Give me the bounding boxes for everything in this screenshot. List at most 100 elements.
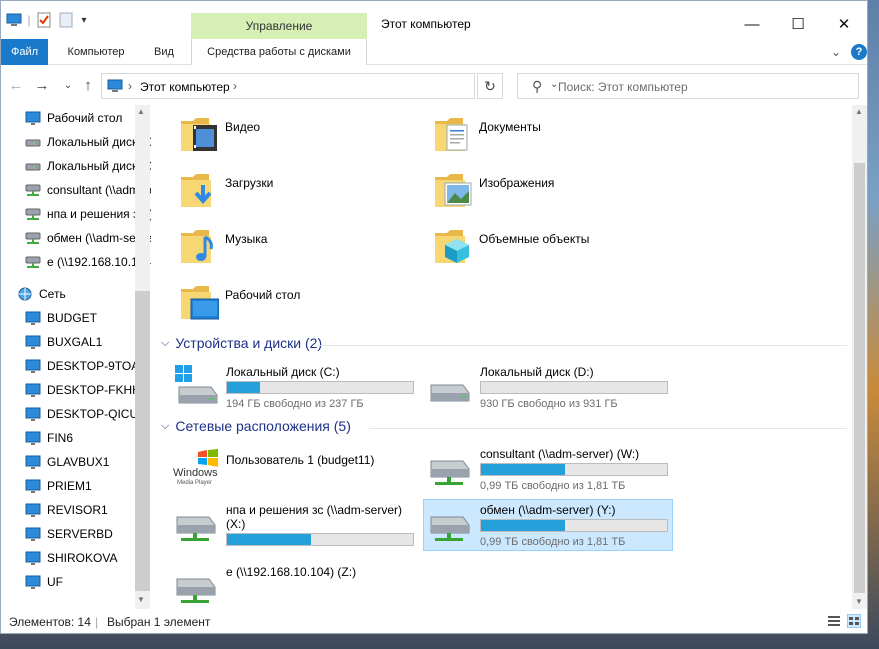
collapse-chevron-icon[interactable]: ⌵ xyxy=(161,420,169,433)
sidebar-item-computer[interactable]: FIN6 xyxy=(25,427,151,449)
drive-free-space: 0,99 ТБ свободно из 1,81 ТБ xyxy=(480,480,626,492)
minimize-button[interactable]: — xyxy=(729,9,775,39)
recent-locations-button[interactable]: ⌄ xyxy=(59,75,77,95)
computer-icon xyxy=(25,431,41,445)
sidebar-item-computer[interactable]: DESKTOP-FKHHI xyxy=(25,379,151,401)
folder-documents[interactable]: Документы xyxy=(433,111,673,161)
folder-desktop[interactable]: Рабочий стол xyxy=(179,279,419,329)
tiles-view-icon[interactable] xyxy=(847,614,861,628)
close-button[interactable]: ✕ xyxy=(821,9,867,39)
address-bar[interactable]: › Этот компьютер › ⌄ xyxy=(101,73,558,99)
network-drive-icon xyxy=(25,256,41,268)
section-title: Устройства и диски (2) xyxy=(175,335,323,351)
scroll-up-icon[interactable]: ▲ xyxy=(137,107,145,116)
sidebar-item-computer[interactable]: GLAVBUX1 xyxy=(25,451,151,473)
address-chevron-icon[interactable]: › xyxy=(128,79,132,93)
drive-c[interactable]: Локальный диск (C:) 194 ГБ свободно из 2… xyxy=(171,365,421,415)
sidebar-item-npa[interactable]: нпа и решения зс (\\adm-server) (X:) xyxy=(25,203,151,225)
sidebar-item-drive-d[interactable]: Локальный диск (D:) xyxy=(25,155,151,177)
new-folder-icon[interactable] xyxy=(57,11,75,29)
pictures-folder-icon xyxy=(435,174,472,207)
scroll-down-icon[interactable]: ▼ xyxy=(855,597,863,606)
folder-3d-objects[interactable]: Объемные объекты xyxy=(433,223,673,273)
properties-icon[interactable] xyxy=(35,11,53,29)
forward-button[interactable]: → xyxy=(33,75,51,95)
drive-usage-bar xyxy=(480,463,668,476)
drive-usage-bar xyxy=(226,533,414,546)
help-icon[interactable]: ? xyxy=(851,44,867,60)
sidebar-item-consultant[interactable]: consultant (\\adm-server) (W:) xyxy=(25,179,151,201)
scroll-up-icon[interactable]: ▲ xyxy=(855,107,863,116)
sidebar-item-computer[interactable]: REVISOR1 xyxy=(25,499,151,521)
sidebar-item-label: UF xyxy=(47,575,63,589)
network-drive-icon xyxy=(25,184,41,196)
sidebar-item-e-drive[interactable]: e (\\192.168.10.104) (Z:) xyxy=(25,251,151,273)
tab-view[interactable]: Вид xyxy=(141,39,187,65)
folder-music[interactable]: Музыка xyxy=(179,223,419,273)
sidebar-item-label: BUXGAL1 xyxy=(47,335,103,349)
maximize-button[interactable]: ☐ xyxy=(775,9,821,39)
network-drive-npa[interactable]: нпа и решения зс (\\adm-server) (X:) xyxy=(171,503,421,553)
window-title: Этот компьютер xyxy=(381,17,471,31)
windows-media-player-icon: Windows Media Player xyxy=(173,449,223,489)
sidebar-item-network[interactable]: Сеть xyxy=(17,283,151,305)
sidebar-scroll-thumb[interactable] xyxy=(135,291,150,591)
folder-videos[interactable]: Видео xyxy=(179,111,419,161)
network-section-header[interactable]: ⌵ Сетевые расположения (5) xyxy=(161,418,351,434)
devices-section-header[interactable]: ⌵ Устройства и диски (2) xyxy=(161,335,322,351)
drive-d[interactable]: Локальный диск (D:) 930 ГБ свободно из 9… xyxy=(425,365,675,415)
network-icon xyxy=(18,287,32,301)
sidebar-item-computer[interactable]: SHIROKOVA xyxy=(25,547,151,569)
network-drive-obmen[interactable]: обмен (\\adm-server) (Y:) 0,99 ТБ свобод… xyxy=(425,503,675,553)
refresh-button[interactable]: ↻ xyxy=(477,73,503,99)
sidebar-item-computer[interactable]: DESKTOP-QICUC xyxy=(25,403,151,425)
search-icon: ⚲ xyxy=(532,78,543,94)
up-button[interactable]: ↑ xyxy=(79,75,97,95)
back-button[interactable]: ← xyxy=(7,75,25,95)
sidebar-item-computer[interactable]: PRIEM1 xyxy=(25,475,151,497)
drive-usage-bar xyxy=(226,381,414,394)
drive-usage-bar xyxy=(480,519,668,532)
tab-file[interactable]: Файл xyxy=(1,39,48,65)
sidebar-item-obmen[interactable]: обмен (\\adm-server) (Y:) xyxy=(25,227,151,249)
sidebar-item-label: PRIEM1 xyxy=(47,479,92,493)
ribbon-expand-icon[interactable]: ⌄ xyxy=(831,45,841,59)
collapse-chevron-icon[interactable]: ⌵ xyxy=(161,337,169,350)
sidebar-item-label: DESKTOP-9TOAV xyxy=(47,359,147,373)
content-scroll-thumb[interactable] xyxy=(854,163,865,593)
address-text[interactable]: Этот компьютер xyxy=(140,80,230,94)
network-media-player[interactable]: Windows Media Player Пользователь 1 (bud… xyxy=(171,447,421,497)
network-drive-icon xyxy=(25,208,41,220)
sidebar-item-label: Рабочий стол xyxy=(47,111,123,125)
network-label: consultant (\\adm-server) (W:) xyxy=(480,447,640,461)
section-divider xyxy=(317,345,847,346)
video-folder-icon xyxy=(181,118,217,151)
sidebar-item-desktop[interactable]: Рабочий стол xyxy=(25,107,151,129)
drive-label: Локальный диск (C:) xyxy=(226,365,340,379)
folder-pictures[interactable]: Изображения xyxy=(433,167,673,217)
computer-icon xyxy=(25,383,41,397)
tab-disk-tools[interactable]: Средства работы с дисками xyxy=(191,39,367,65)
network-drive-consultant[interactable]: consultant (\\adm-server) (W:) 0,99 ТБ с… xyxy=(425,447,675,497)
computer-icon[interactable] xyxy=(5,11,23,29)
details-view-icon[interactable] xyxy=(827,614,841,628)
folder-label: Рабочий стол xyxy=(225,288,301,302)
address-chevron-icon[interactable]: › xyxy=(233,79,237,93)
status-bar: Элементов: 14 | Выбран 1 элемент xyxy=(1,609,867,633)
folder-label: Загрузки xyxy=(225,176,274,190)
computer-icon xyxy=(25,311,41,325)
scroll-down-icon[interactable]: ▼ xyxy=(137,595,145,604)
sidebar-item-computer[interactable]: DESKTOP-9TOAV xyxy=(25,355,151,377)
tab-computer[interactable]: Компьютер xyxy=(53,39,139,65)
manage-tab[interactable]: Управление xyxy=(191,13,367,39)
sidebar-item-computer[interactable]: SERVERBD xyxy=(25,523,151,545)
sidebar-item-computer[interactable]: UF xyxy=(25,571,151,593)
folder-downloads[interactable]: Загрузки xyxy=(179,167,419,217)
sidebar-item-computer[interactable]: BUDGET xyxy=(25,307,151,329)
sidebar-item-computer[interactable]: BUXGAL1 xyxy=(25,331,151,353)
sidebar-item-drive-c[interactable]: Локальный диск (C:) xyxy=(25,131,151,153)
qa-dropdown-icon[interactable]: ▾ xyxy=(77,11,91,29)
search-box[interactable]: ⚲ Поиск: Этот компьютер xyxy=(517,73,859,99)
sidebar-item-label: REVISOR1 xyxy=(47,503,108,517)
network-drive-e[interactable]: e (\\192.168.10.104) (Z:) xyxy=(171,565,421,609)
